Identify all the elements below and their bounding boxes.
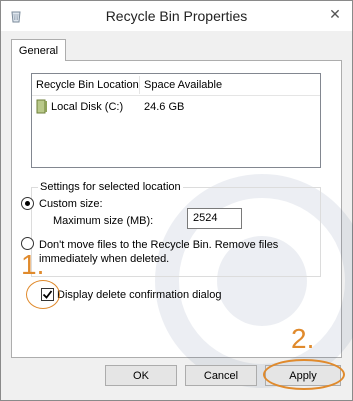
column-header-location[interactable]: Recycle Bin Location [36, 79, 139, 91]
annotation-step-2: 2. [291, 323, 315, 354]
column-header-space[interactable]: Space Available [144, 79, 222, 91]
annotation-circle-apply [263, 359, 345, 390]
list-item[interactable]: Local Disk (C:) 24.6 GB [32, 98, 320, 116]
location-list[interactable]: Recycle Bin Location Space Available Loc… [31, 73, 321, 168]
title-bar: Recycle Bin Properties ✕ [1, 1, 352, 31]
annotation-step-1: 1. [21, 249, 45, 280]
close-icon: ✕ [329, 5, 341, 22]
cancel-button[interactable]: Cancel [185, 365, 257, 386]
disk-drive-icon [36, 99, 48, 114]
custom-size-radio[interactable] [21, 197, 34, 210]
settings-legend: Settings for selected location [38, 181, 183, 193]
column-divider[interactable] [139, 76, 140, 94]
window-title: Recycle Bin Properties [105, 8, 248, 24]
max-size-label: Maximum size (MB): [53, 215, 154, 227]
ok-button[interactable]: OK [105, 365, 177, 386]
tab-label: General [18, 44, 59, 57]
general-panel: Recycle Bin Location Space Available Loc… [11, 60, 353, 388]
tab-general[interactable]: General [11, 39, 66, 61]
list-header: Recycle Bin Location Space Available [32, 74, 320, 96]
custom-size-label[interactable]: Custom size: [39, 198, 103, 210]
dont-move-label[interactable]: Don't move files to the Recycle Bin. Rem… [39, 238, 299, 266]
confirm-dialog-label[interactable]: Display delete confirmation dialog [57, 289, 221, 301]
location-cell: Local Disk (C:) [51, 101, 124, 113]
properties-window: Recycle Bin Properties ✕ General Recycle… [0, 0, 353, 401]
space-cell: 24.6 GB [144, 101, 185, 113]
max-size-input[interactable]: 2524 [187, 208, 242, 229]
close-button[interactable]: ✕ [324, 4, 346, 24]
annotation-circle-checkbox [26, 280, 60, 309]
